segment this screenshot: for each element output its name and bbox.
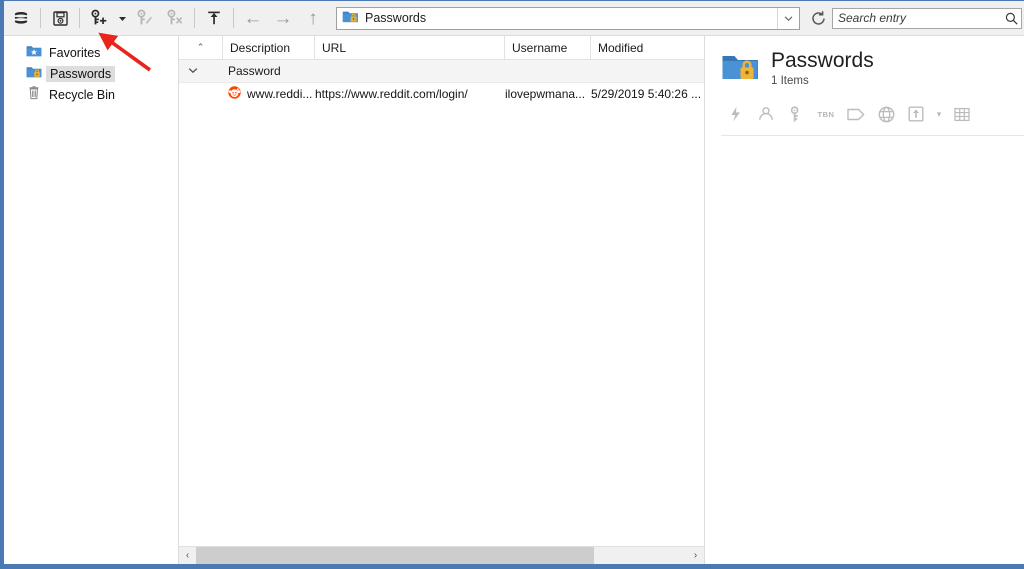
user-icon[interactable] (751, 103, 781, 125)
column-header-row: ⌃ Description URL Username Modified (179, 36, 704, 60)
group-row-password[interactable]: Password (179, 60, 704, 83)
folder-lock-icon (26, 65, 42, 82)
folder-lock-icon (721, 51, 759, 87)
cell-username[interactable]: ilovepwmana... (505, 87, 591, 101)
column-header-sort[interactable]: ⌃ (179, 36, 223, 59)
toolbar-separator (233, 8, 234, 28)
application-window: ← → ↑ Passwords Search entry Favorites P… (0, 0, 1024, 569)
item-count-label: 1 Items (771, 75, 809, 88)
toolbar-separator (79, 8, 80, 28)
sidebar-item-recycle-bin[interactable]: Recycle Bin (4, 84, 178, 105)
open-url-icon[interactable] (901, 103, 931, 125)
sidebar-item-label: Recycle Bin (49, 87, 115, 102)
page-title: Passwords (771, 49, 874, 72)
scroll-left-arrow[interactable]: ‹ (179, 547, 196, 564)
column-header-modified[interactable]: Modified (591, 36, 701, 59)
address-bar-text: Passwords (365, 11, 427, 25)
grid-icon[interactable] (947, 103, 977, 125)
detail-title-block: Passwords 1 Items (771, 49, 874, 88)
group-row-label: Password (228, 64, 281, 78)
detail-action-toolbar: TBN ▾ (721, 103, 1024, 137)
nav-back-button[interactable]: ← (238, 4, 268, 32)
sidebar-item-favorites[interactable]: Favorites (4, 42, 178, 63)
trash-icon (26, 86, 42, 103)
folder-star-icon (26, 44, 42, 61)
chevron-down-icon[interactable] (179, 66, 207, 77)
cell-url[interactable]: https://www.reddit.com/login/ (315, 87, 505, 101)
nav-forward-button[interactable]: → (268, 4, 298, 32)
content-area: Favorites Passwords Recycle Bin ⌃ Descri… (4, 36, 1024, 564)
nav-up-button[interactable]: ↑ (298, 4, 328, 32)
entry-list-body: Password www.reddi... https://www.reddit… (179, 60, 704, 546)
save-icon[interactable] (45, 4, 75, 32)
main-toolbar: ← → ↑ Passwords (4, 1, 1024, 36)
add-entry-dropdown-icon[interactable] (114, 4, 130, 32)
detail-header: Passwords 1 Items (721, 49, 1024, 88)
tbn-label-icon[interactable]: TBN (811, 103, 841, 125)
sidebar-item-passwords[interactable]: Passwords (4, 63, 178, 84)
column-header-username[interactable]: Username (505, 36, 591, 59)
open-url-dropdown-icon[interactable]: ▾ (931, 103, 947, 125)
add-entry-icon[interactable] (84, 4, 114, 32)
toolbar-separator (194, 8, 195, 28)
tag-icon[interactable] (841, 103, 871, 125)
database-icon[interactable] (6, 4, 36, 32)
entry-list-pane: ⌃ Description URL Username Modified Pass… (178, 36, 705, 564)
search-box[interactable] (832, 7, 1022, 29)
delete-entry-icon[interactable] (160, 4, 190, 32)
sidebar-item-label: Favorites (49, 45, 101, 60)
key-icon[interactable] (781, 103, 811, 125)
column-header-url[interactable]: URL (315, 36, 505, 59)
cell-description[interactable]: www.reddi... (223, 86, 315, 102)
reddit-icon (228, 86, 241, 102)
scrollbar-thumb[interactable] (196, 547, 594, 564)
scrollbar-track[interactable] (196, 547, 687, 564)
column-header-description[interactable]: Description (223, 36, 315, 59)
cell-modified[interactable]: 5/29/2019 5:40:26 ... (591, 87, 701, 101)
chevron-down-icon[interactable] (777, 7, 799, 29)
detail-pane: Passwords 1 Items TBN ▾ (705, 36, 1024, 564)
edit-entry-icon[interactable] (130, 4, 160, 32)
sidebar: Favorites Passwords Recycle Bin (4, 36, 178, 564)
refresh-icon[interactable] (804, 4, 832, 32)
toolbar-separator (40, 8, 41, 28)
sidebar-item-label: Passwords (46, 65, 116, 82)
globe-icon[interactable] (871, 103, 901, 125)
search-icon[interactable] (1001, 12, 1021, 25)
search-input[interactable] (838, 11, 1001, 25)
address-bar[interactable]: Passwords (336, 6, 800, 30)
table-row[interactable]: www.reddi... https://www.reddit.com/logi… (179, 83, 704, 105)
upload-icon[interactable] (199, 4, 229, 32)
quick-launch-icon[interactable] (721, 103, 751, 125)
cell-description-text: www.reddi... (247, 87, 313, 101)
scroll-right-arrow[interactable]: › (687, 547, 704, 564)
horizontal-scrollbar[interactable]: ‹ › (179, 546, 704, 564)
folder-lock-icon (342, 9, 359, 27)
